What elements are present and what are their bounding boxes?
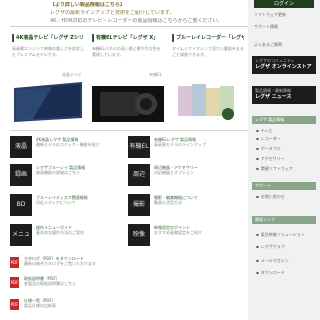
product-item[interactable]: 映像 映像設定のポイント おすすめ画質設定をご紹介: [128, 222, 240, 248]
hero-line-3: 4K／HDR対応のテレビ・レコーダーの製品情報はこちらからご覧ください。: [50, 18, 223, 24]
sidebar-item[interactable]: お問い合わせ: [256, 194, 314, 200]
product-thumb[interactable]: 液晶: [10, 136, 32, 158]
product-desc: 対応メディアについて: [36, 200, 76, 205]
product-desc: 録画機能の詳細はこちら: [36, 170, 80, 175]
product-item[interactable]: BD ブルーレイディスク関連情報 対応メディアについて: [10, 192, 122, 218]
product-desc: 基本的な操作方法のご案内: [36, 230, 84, 235]
sidebar-item[interactable]: 東芝映像ソリューション: [256, 232, 314, 238]
product-item[interactable]: 録画 レグザブルーレイ 製品情報 録画機能の詳細はこちら: [10, 162, 122, 188]
sidebar-section-products: レグザ 製品情報: [252, 116, 316, 124]
product-thumb[interactable]: 有機EL: [128, 136, 150, 158]
main-content: 【より詳しい製品情報はこちら】 レグザの最新ラインアップと技術をご紹介しています…: [0, 0, 248, 320]
pdf-icon: PDF: [10, 277, 19, 288]
sidebar-link[interactable]: ソフトウェア更新: [254, 12, 316, 18]
banner-subtitle: 製品情報・最新情報: [255, 88, 291, 93]
product-desc: 対応機器とオプション: [154, 170, 194, 175]
product-item[interactable]: 液晶 4K液晶レグザ 製品情報 最新モデルのスペック・機能を紹介: [10, 134, 122, 160]
product-item[interactable]: メニュー 操作メニューガイド 基本的な操作方法のご案内: [10, 222, 122, 260]
banner-title[interactable]: レグザ ニュース: [255, 94, 292, 101]
product-thumb[interactable]: BD: [10, 194, 32, 216]
banner-title[interactable]: レグザ オンラインストア: [255, 64, 312, 71]
camera-image[interactable]: [92, 78, 164, 122]
sidebar-item[interactable]: ダウンロード: [256, 270, 314, 276]
product-item[interactable]: 周辺 周辺機器・アクセサリー 対応機器とオプション: [128, 162, 240, 188]
sidebar-item[interactable]: アクセサリー: [256, 156, 314, 162]
sidebar-section-support: サポート: [252, 182, 316, 190]
sidebar-section-links: 関連リンク: [252, 216, 316, 224]
pdf-list-item[interactable]: PDF 仕様一覧（PDF） 製品仕様の比較表: [10, 298, 240, 312]
product-thumb[interactable]: 撮影: [128, 194, 150, 216]
sidebar-item[interactable]: ポータブル: [256, 146, 314, 152]
sidebar-link[interactable]: よくあるご質問: [254, 42, 316, 48]
section-divider: [10, 130, 248, 131]
tv-image[interactable]: [12, 78, 84, 122]
feature-card-2[interactable]: 有機ELテレビ「レグザ X」 有機ELパネルの深い黒と鮮やかな色を実現しています…: [92, 34, 164, 126]
feature-card-3[interactable]: ブルーレイレコーダー「レグザブルーレイ」 タイムシフトマシンで見たい番組をまるご…: [172, 34, 244, 126]
product-desc: 最新モデルのスペック・機能を紹介: [36, 142, 100, 147]
product-thumb[interactable]: 録画: [10, 164, 32, 186]
sidebar-item[interactable]: テレビ: [256, 128, 314, 134]
hero-divider: [10, 26, 248, 27]
product-thumb[interactable]: 映像: [128, 224, 150, 246]
product-desc: 動画の活用方法: [154, 200, 182, 205]
pdf-icon: PDF: [10, 257, 19, 268]
sidebar-link[interactable]: サポート情報: [254, 24, 316, 30]
product-desc: おすすめ画質設定をご紹介: [154, 230, 202, 235]
hero-line-2: レグザの最新ラインアップと技術をご紹介しています。: [50, 10, 175, 16]
pdf-icon: PDF: [10, 299, 19, 310]
feature-card-1[interactable]: 4K液晶テレビ「レグザ Zシリーズ」 高画質エンジンで映像の美しさを追求したプレ…: [12, 34, 84, 126]
pdf-desc: 製品仕様の比較表: [24, 303, 56, 308]
news-banner[interactable]: 製品情報・最新情報 レグザ ニュース: [252, 86, 316, 104]
sidebar-item[interactable]: メールマガジン: [256, 258, 314, 264]
product-item[interactable]: 有機EL 有機ELレグザ 製品情報 高画質モデルのラインアップ: [128, 134, 240, 160]
discs-image[interactable]: [172, 78, 244, 122]
product-thumb[interactable]: メニュー: [10, 224, 32, 260]
sidebar-item[interactable]: 関連ソフトウェア: [256, 166, 314, 172]
hero-line-1: 【より詳しい製品情報はこちら】: [50, 2, 125, 8]
product-desc: 高画質モデルのラインアップ: [154, 142, 206, 147]
pdf-list-item[interactable]: PDF 取扱説明書（PDF） 各製品の取扱説明書はこちら: [10, 276, 240, 290]
sidebar-item[interactable]: レコーダー: [256, 136, 314, 142]
feature-card-desc: タイムシフトマシンで見たい番組をまるごと録画できます。: [172, 46, 244, 57]
pdf-list-item[interactable]: PDF カタログ（PDF）をダウンロード 最新の総合カタログをご覧いただけます: [10, 256, 240, 270]
feature-card-title[interactable]: ブルーレイレコーダー「レグザブルーレイ」: [172, 34, 244, 42]
product-thumb[interactable]: 周辺: [128, 164, 150, 186]
pdf-desc: 各製品の取扱説明書はこちら: [24, 281, 76, 286]
product-item[interactable]: 撮影 撮影・編集機能について 動画の活用方法: [128, 192, 240, 218]
feature-card-title[interactable]: 4K液晶テレビ「レグザ Zシリーズ」: [12, 34, 84, 42]
online-store-banner[interactable]: レグザのコミュニティ レグザ オンラインストア: [252, 56, 316, 74]
login-button[interactable]: ログイン: [254, 0, 314, 8]
pdf-desc: 最新の総合カタログをご覧いただけます: [24, 261, 96, 266]
banner-subtitle: レグザのコミュニティ: [255, 58, 295, 63]
feature-card-title[interactable]: 有機ELテレビ「レグザ X」: [92, 34, 164, 42]
sidebar-item[interactable]: レグザクラブ: [256, 244, 314, 250]
